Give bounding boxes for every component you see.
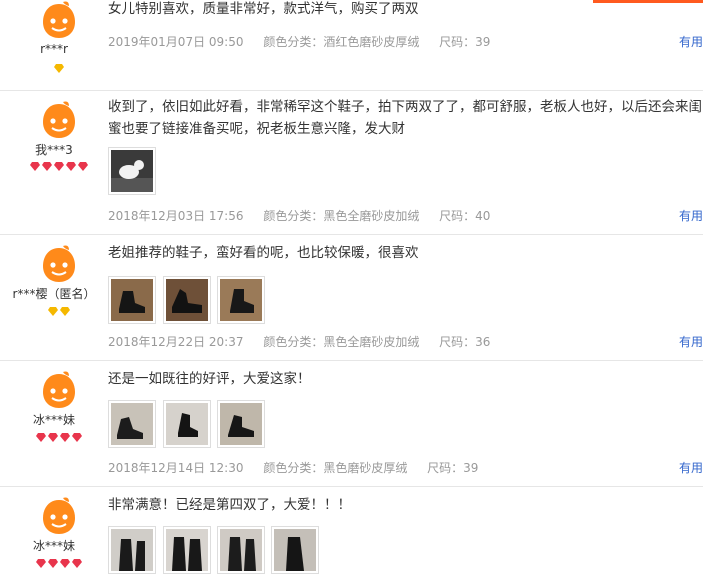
review-size: 尺码：36 bbox=[439, 335, 491, 349]
user-badges bbox=[0, 162, 118, 172]
review-text: 还是一如既往的好评，大爱这家！ bbox=[108, 371, 311, 387]
review-sku: 颜色分类：酒红色磨砂皮厚绒 bbox=[263, 35, 420, 49]
review-date: 2018年12月22日 20:37 bbox=[108, 335, 244, 349]
review-photo[interactable] bbox=[163, 400, 211, 448]
review-item: 我***3 收到了，依旧如此好看，非常稀罕这个鞋子，拍下两双了了，都可舒服，老板… bbox=[0, 90, 703, 235]
red-diamond-icon bbox=[54, 162, 64, 171]
review-text: 非常满意！已经是第四双了，大爱！！！ bbox=[108, 497, 351, 513]
review-size: 尺码：40 bbox=[439, 209, 491, 223]
review-text: 老姐推荐的鞋子，蛮好看的呢，也比较保暖，很喜欢 bbox=[108, 245, 419, 261]
avatar bbox=[39, 100, 79, 140]
review-photo[interactable] bbox=[163, 276, 211, 324]
gold-diamond-icon bbox=[54, 64, 64, 73]
username[interactable]: 冰***妹 bbox=[0, 537, 108, 554]
username[interactable]: r***樱（匿名） bbox=[0, 285, 108, 302]
review-item: 冰***妹 还是一如既往的好评，大爱这家！ 2018年12月14日 12:30 … bbox=[0, 360, 703, 487]
username[interactable]: 我***3 bbox=[0, 141, 108, 158]
review-photo[interactable] bbox=[217, 276, 265, 324]
review-date: 2018年12月14日 12:30 bbox=[108, 461, 244, 475]
review-photo[interactable] bbox=[108, 276, 156, 324]
review-meta: 2018年12月14日 12:30 颜色分类：黑色磨砂皮厚绒 尺码：39 bbox=[108, 459, 494, 476]
username[interactable]: r***r bbox=[0, 42, 108, 56]
red-diamond-icon bbox=[42, 162, 52, 171]
username[interactable]: 冰***妹 bbox=[0, 411, 108, 428]
avatar bbox=[39, 0, 79, 40]
red-diamond-icon bbox=[30, 162, 40, 171]
red-diamond-icon bbox=[60, 433, 70, 442]
red-diamond-icon bbox=[66, 162, 76, 171]
avatar bbox=[39, 244, 79, 284]
red-diamond-icon bbox=[48, 433, 58, 442]
review-photo[interactable] bbox=[108, 147, 156, 195]
red-diamond-icon bbox=[36, 433, 46, 442]
avatar bbox=[39, 370, 79, 410]
avatar bbox=[39, 496, 79, 536]
helpful-link[interactable]: 有用 bbox=[679, 207, 703, 224]
helpful-link[interactable]: 有用 bbox=[679, 33, 703, 50]
review-item: r***樱（匿名） 老姐推荐的鞋子，蛮好看的呢，也比较保暖，很喜欢 2018年1… bbox=[0, 234, 703, 361]
review-meta: 2018年12月22日 20:37 颜色分类：黑色全磨砂皮加绒 尺码：36 bbox=[108, 333, 506, 350]
review-sku: 颜色分类：黑色全磨砂皮加绒 bbox=[263, 209, 420, 223]
review-size: 尺码：39 bbox=[427, 461, 479, 475]
gold-diamond-icon bbox=[48, 307, 58, 316]
review-meta: 2019年01月07日 09:50 颜色分类：酒红色磨砂皮厚绒 尺码：39 bbox=[108, 33, 506, 50]
review-date: 2018年12月03日 17:56 bbox=[108, 209, 244, 223]
user-badges bbox=[0, 64, 118, 74]
review-item: 冰***妹 非常满意！已经是第四双了，大爱！！！ bbox=[0, 486, 703, 576]
review-photo[interactable] bbox=[217, 400, 265, 448]
gold-diamond-icon bbox=[60, 307, 70, 316]
red-diamond-icon bbox=[78, 162, 88, 171]
review-meta: 2018年12月03日 17:56 颜色分类：黑色全磨砂皮加绒 尺码：40 bbox=[108, 207, 506, 224]
review-size: 尺码：39 bbox=[439, 35, 491, 49]
review-text: 女儿特别喜欢，质量非常好，款式洋气，购买了两双 bbox=[108, 1, 419, 17]
review-sku: 颜色分类：黑色磨砂皮厚绒 bbox=[263, 461, 408, 475]
user-badges bbox=[0, 433, 118, 443]
review-photo[interactable] bbox=[108, 400, 156, 448]
review-item: r***r 女儿特别喜欢，质量非常好，款式洋气，购买了两双 2019年01月07… bbox=[0, 0, 703, 91]
helpful-link[interactable]: 有用 bbox=[679, 333, 703, 350]
review-text: 收到了，依旧如此好看，非常稀罕这个鞋子，拍下两双了了，都可舒服，老板人也好，以后… bbox=[108, 99, 702, 137]
helpful-link[interactable]: 有用 bbox=[679, 459, 703, 476]
user-badges bbox=[0, 559, 118, 569]
review-sku: 颜色分类：黑色全磨砂皮加绒 bbox=[263, 335, 420, 349]
review-date: 2019年01月07日 09:50 bbox=[108, 35, 244, 49]
red-diamond-icon bbox=[72, 433, 82, 442]
user-badges bbox=[0, 307, 118, 317]
